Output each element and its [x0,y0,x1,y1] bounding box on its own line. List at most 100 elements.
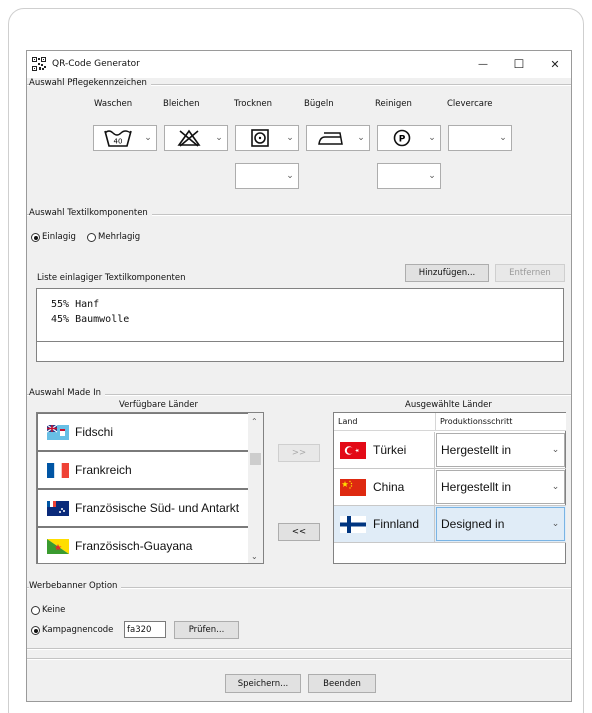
check-code-button[interactable]: Prüfen... [174,621,239,639]
column-label-bleach: Bleichen [163,99,200,109]
window-title: QR-Code Generator [52,59,140,69]
exit-button[interactable]: Beenden [308,674,376,693]
made-in-group-title: Auswahl Made In [29,388,106,398]
chevron-down-icon: ⌄ [551,445,560,455]
wash-40-icon: 40 [104,130,132,147]
chevron-down-icon: ⌄ [215,133,223,143]
minimize-button[interactable]: — [465,53,501,75]
chevron-down-icon: ⌄ [499,133,507,143]
dry-combo[interactable]: ⌄ [235,125,299,151]
add-country-button[interactable]: >> [278,444,320,462]
column-label-clean: Reinigen [375,99,412,109]
country-name: Frankreich [75,463,132,477]
maximize-button[interactable]: ☐ [501,53,537,75]
textile-group-title: Auswahl Textilkomponenten [29,208,152,218]
chevron-down-icon: ⌄ [428,133,436,143]
chevron-down-icon: ⌄ [551,482,560,492]
available-countries-list[interactable]: Fidschi Frankreich Französische Süd- und… [36,412,264,564]
production-step-combo[interactable]: Designed in ⌄ [436,507,565,541]
textile-list[interactable]: 55% Hanf 45% Baumwolle [36,288,564,342]
textile-line-2: 45% Baumwolle [51,314,130,325]
list-item[interactable]: Französisch-Guayana [37,527,263,563]
finland-flag-icon [340,515,366,533]
dry-clean-p-icon: P [393,129,411,147]
dry-secondary-combo[interactable]: ⌄ [235,163,299,189]
country-name: Finnland [373,517,420,531]
textile-entry-field[interactable] [36,342,564,362]
country-name: Türkei [373,443,407,457]
remove-textile-button[interactable]: Entfernen [495,264,565,282]
chevron-down-icon: ⌄ [286,171,294,181]
no-bleach-icon [177,129,201,147]
chevron-down-icon: ⌄ [286,133,294,143]
country-name: Französische Süd- und Antarkt [75,501,240,515]
production-step-value: Hergestellt in [441,443,512,457]
multi-layer-label: Mehrlagig [98,232,141,242]
production-step-value: Designed in [441,517,505,531]
turkey-flag-icon [340,441,366,459]
title-bar: QR-Code Generator — ☐ ✕ [27,51,571,78]
clean-combo[interactable]: P ⌄ [377,125,441,151]
column-label-iron: Bügeln [304,99,334,109]
chevron-down-icon[interactable]: ⌄ [251,552,258,561]
tumble-dry-icon [251,129,269,147]
textile-list-label: Liste einlagiger Textilkomponenten [37,273,186,283]
clevercare-combo[interactable]: ⌄ [448,125,512,151]
close-button[interactable]: ✕ [537,53,571,75]
clean-secondary-combo[interactable]: ⌄ [377,163,441,189]
chevron-down-icon: ⌄ [551,519,560,529]
france-flag-icon [47,462,69,478]
care-group-title: Auswahl Pflegekennzeichen [29,78,151,88]
chevron-down-icon: ⌄ [428,171,436,181]
column-header-step[interactable]: Produktionsschritt [436,413,566,431]
svg-text:40: 40 [114,138,123,146]
country-name: Fidschi [75,425,114,439]
selected-countries-table[interactable]: Land Produktionsschritt Türkei Hergestel… [333,412,566,564]
french-guiana-flag-icon [47,538,69,554]
table-row[interactable]: Türkei Hergestellt in ⌄ [334,432,566,469]
column-label-clevercare: Clevercare [447,99,493,109]
chevron-up-icon[interactable]: ⌃ [251,417,258,426]
iron-combo[interactable]: ⌄ [306,125,370,151]
country-name: China [373,480,405,494]
list-item[interactable]: Fidschi [37,413,263,451]
textile-line-1: 55% Hanf [51,299,100,310]
china-flag-icon [340,478,366,496]
campaign-code-input[interactable]: fa320 [124,621,166,638]
list-item[interactable]: Französische Süd- und Antarkt [37,489,263,527]
column-header-land[interactable]: Land [334,413,436,431]
add-textile-button[interactable]: Hinzufügen... [405,264,489,282]
bleach-combo[interactable]: ⌄ [164,125,228,151]
chevron-down-icon: ⌄ [357,133,365,143]
qr-code-icon [32,57,46,71]
selected-countries-label: Ausgewählte Länder [405,400,492,410]
production-step-combo[interactable]: Hergestellt in ⌄ [436,433,565,467]
campaign-code-label: Kampagnencode [42,625,114,635]
table-row[interactable]: Finnland Designed in ⌄ [334,506,566,543]
single-layer-label: Einlagig [42,232,76,242]
table-row[interactable]: China Hergestellt in ⌄ [334,469,566,506]
banner-group-title: Werbebanner Option [29,581,122,591]
french-southern-flag-icon [47,500,69,516]
maximize-icon: ☐ [513,57,525,71]
campaign-code-radio[interactable] [31,626,40,635]
remove-country-button[interactable]: << [278,523,320,541]
no-banner-label: Keine [42,605,66,615]
app-window: QR-Code Generator — ☐ ✕ Auswahl Pflegeke… [26,50,572,702]
single-layer-radio[interactable] [31,233,40,242]
close-icon: ✕ [550,57,560,71]
fiji-flag-icon [47,424,69,440]
minimize-icon: — [478,58,488,70]
wash-combo[interactable]: 40 ⌄ [93,125,157,151]
available-list-scrollbar[interactable]: ⌃ ⌄ [248,413,263,563]
list-item[interactable]: Frankreich [37,451,263,489]
iron-icon [318,132,343,145]
chevron-down-icon: ⌄ [144,133,152,143]
no-banner-radio[interactable] [31,606,40,615]
multi-layer-radio[interactable] [87,233,96,242]
production-step-combo[interactable]: Hergestellt in ⌄ [436,470,565,504]
save-button[interactable]: Speichern... [225,674,301,693]
available-countries-label: Verfügbare Länder [119,400,198,410]
scrollbar-thumb[interactable] [250,453,261,465]
column-label-wash: Waschen [94,99,133,109]
